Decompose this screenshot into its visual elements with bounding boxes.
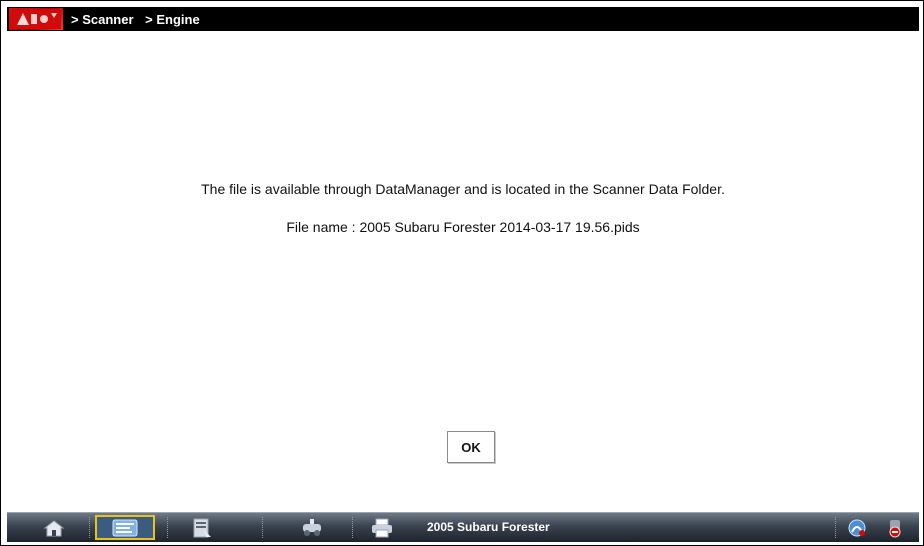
app-window: > Scanner > Engine The file is available… (0, 0, 924, 546)
home-button[interactable] (29, 515, 79, 540)
title-bar: > Scanner > Engine (7, 7, 919, 31)
connection-status-icon (846, 518, 868, 538)
connection-status-button[interactable] (839, 515, 875, 540)
data-manager-button[interactable] (177, 515, 227, 540)
vehicle-lift-button[interactable] (287, 515, 337, 540)
vehicle-lift-icon (299, 518, 325, 538)
scanner-app-logo-icon[interactable] (9, 8, 63, 30)
vehicle-label: 2005 Subaru Forester (427, 520, 550, 534)
taskbar: 2005 Subaru Forester (7, 512, 919, 542)
vci-status-button[interactable] (877, 515, 913, 540)
scanner-button[interactable] (95, 515, 155, 540)
print-icon (370, 518, 394, 538)
home-icon (43, 519, 65, 537)
breadcrumb: > Scanner > Engine (71, 12, 208, 27)
breadcrumb-scanner[interactable]: > Scanner (71, 12, 134, 27)
message-text: The file is available through DataManage… (201, 181, 725, 197)
data-manager-icon (191, 518, 213, 538)
print-button[interactable] (357, 515, 407, 540)
ok-button[interactable]: OK (447, 431, 495, 463)
file-name-text: File name : 2005 Subaru Forester 2014-03… (286, 219, 640, 235)
breadcrumb-engine[interactable]: > Engine (145, 12, 200, 27)
scanner-icon (112, 519, 138, 537)
message-dialog: The file is available through DataManage… (7, 31, 919, 512)
vci-status-icon (884, 518, 906, 538)
